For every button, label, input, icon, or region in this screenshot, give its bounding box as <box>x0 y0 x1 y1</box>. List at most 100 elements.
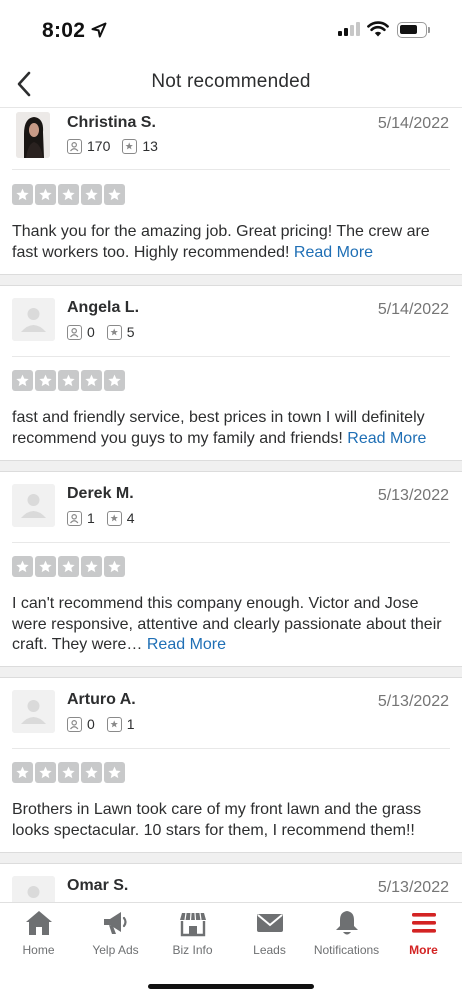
reviewer-name[interactable]: Arturo A. <box>67 691 136 709</box>
read-more-link[interactable]: Read More <box>294 244 373 261</box>
star-rating <box>12 556 125 577</box>
tab-label: Yelp Ads <box>92 943 139 957</box>
friends-icon <box>67 138 82 154</box>
review-date: 5/13/2022 <box>377 693 449 710</box>
tab-label: Home <box>22 943 55 957</box>
read-more-link[interactable]: Read More <box>147 636 226 653</box>
battery-icon <box>397 22 427 38</box>
review-count: 1 <box>126 716 135 732</box>
review-date: 5/14/2022 <box>377 115 449 132</box>
friends-count: 170 <box>87 138 111 154</box>
tab-more[interactable]: More <box>385 909 462 967</box>
star-icon <box>35 556 56 577</box>
location-arrow-icon <box>91 22 107 38</box>
default-avatar-icon <box>12 298 55 341</box>
review-count-icon <box>106 324 122 340</box>
tab-yelp-ads[interactable]: Yelp Ads <box>77 909 154 967</box>
avatar[interactable] <box>16 112 50 158</box>
home-indicator <box>148 984 314 989</box>
star-icon <box>58 184 79 205</box>
star-icon <box>104 762 125 783</box>
bell-icon <box>335 911 358 935</box>
reviewer-name[interactable]: Omar S. <box>67 877 128 895</box>
storefront-icon <box>179 912 206 937</box>
envelope-icon <box>256 914 283 932</box>
star-icon <box>12 184 33 205</box>
avatar[interactable] <box>12 690 55 733</box>
friends-icon <box>67 510 82 526</box>
wifi-icon <box>367 21 389 37</box>
megaphone-icon <box>103 912 127 934</box>
star-icon <box>81 556 102 577</box>
reviewer-name[interactable]: Christina S. <box>67 114 156 132</box>
avatar[interactable] <box>12 876 55 902</box>
friends-count: 1 <box>87 510 95 526</box>
review-text: Brothers in Lawn took care of my front l… <box>12 800 448 841</box>
star-icon <box>81 762 102 783</box>
star-rating <box>12 370 125 391</box>
nav-bar: Not recommended <box>0 60 462 108</box>
star-icon <box>104 184 125 205</box>
friends-count: 0 <box>87 324 95 340</box>
tab-label: Leads <box>253 943 286 957</box>
star-icon <box>12 762 33 783</box>
review-separator <box>0 274 462 286</box>
review-separator <box>0 460 462 472</box>
review-count-icon <box>106 716 122 732</box>
tab-home[interactable]: Home <box>0 909 77 967</box>
star-icon <box>12 556 33 577</box>
review-text: Thank you for the amazing job. Great pri… <box>12 222 448 263</box>
default-avatar-icon <box>12 690 55 733</box>
review-date: 5/13/2022 <box>377 879 449 896</box>
avatar[interactable] <box>12 298 55 341</box>
reviewer-stats: 170 13 <box>67 138 170 154</box>
review-card: Omar S. 5/13/2022 <box>0 864 462 902</box>
page-title: Not recommended <box>151 71 311 92</box>
star-icon <box>104 556 125 577</box>
reviewer-stats: 0 1 <box>67 716 147 732</box>
reviewer-stats: 0 5 <box>67 324 147 340</box>
review-text: fast and friendly service, best prices i… <box>12 408 448 449</box>
review-body: Brothers in Lawn took care of my front l… <box>12 801 422 839</box>
star-rating <box>12 184 125 205</box>
review-text: I can't recommend this company enough. V… <box>12 594 448 656</box>
review-count: 5 <box>126 324 135 340</box>
star-icon <box>12 370 33 391</box>
review-date: 5/13/2022 <box>377 487 449 504</box>
star-icon <box>35 184 56 205</box>
read-more-link[interactable]: Read More <box>347 430 426 447</box>
review-count-icon <box>122 138 138 154</box>
review-separator <box>0 666 462 678</box>
review-card: Derek M. 5/13/2022 1 4 I can't recommend… <box>0 472 462 664</box>
star-icon <box>35 762 56 783</box>
tab-biz-info[interactable]: Biz Info <box>154 909 231 967</box>
avatar[interactable] <box>12 484 55 527</box>
tab-label: Notifications <box>313 943 380 957</box>
review-separator <box>0 852 462 864</box>
review-card: Arturo A. 5/13/2022 0 1 Brothers in Lawn… <box>0 678 462 850</box>
star-icon <box>58 370 79 391</box>
reviewer-name[interactable]: Derek M. <box>67 485 134 503</box>
review-card: Christina S. 5/14/2022 170 13 Thank you … <box>0 108 462 272</box>
status-bar: 8:02 <box>0 0 462 60</box>
review-count: 13 <box>142 138 158 154</box>
cellular-signal-icon <box>338 22 360 36</box>
tab-leads[interactable]: Leads <box>231 909 308 967</box>
tab-label: Biz Info <box>172 943 213 957</box>
review-list[interactable]: Christina S. 5/14/2022 170 13 Thank you … <box>0 108 462 902</box>
friends-count: 0 <box>87 716 95 732</box>
menu-icon <box>411 913 436 933</box>
review-body: I can't recommend this company enough. V… <box>12 595 442 653</box>
star-icon <box>35 370 56 391</box>
star-icon <box>81 184 102 205</box>
tab-notifications[interactable]: Notifications <box>308 909 385 967</box>
star-icon <box>104 370 125 391</box>
friends-icon <box>67 716 82 732</box>
reviewer-name[interactable]: Angela L. <box>67 299 139 317</box>
status-time: 8:02 <box>42 19 86 42</box>
star-icon <box>58 762 79 783</box>
home-icon <box>25 911 52 935</box>
review-count-icon <box>106 510 122 526</box>
star-icon <box>81 370 102 391</box>
default-avatar-icon <box>12 484 55 527</box>
